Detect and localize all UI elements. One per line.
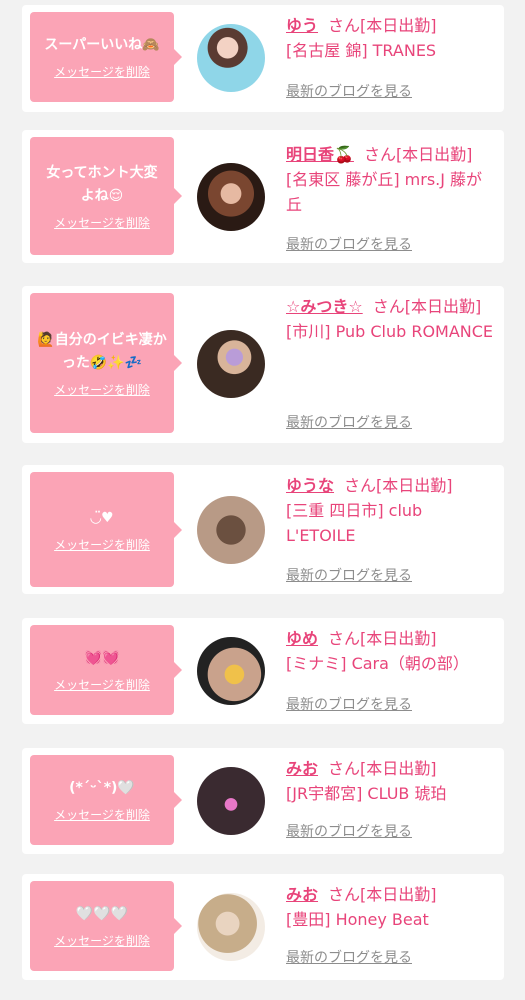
status-text: さん[本日出勤]	[328, 759, 437, 778]
profile-info: ゆめ さん[本日出勤] [ミナミ] Cara（朝の部）	[286, 626, 496, 676]
avatar[interactable]	[197, 893, 265, 961]
cast-name-link[interactable]: ☆みつき☆	[286, 297, 363, 316]
profile-info: 明日香🍒 さん[本日出勤] [名東区 藤が丘] mrs.J 藤が丘	[286, 142, 496, 217]
message-card: 💓💓 メッセージを削除 ゆめ さん[本日出勤] [ミナミ] Cara（朝の部） 最…	[22, 618, 504, 724]
shop-text: [三重 四日市] club L'ETOILE	[286, 501, 423, 545]
message-card: 🙋自分のイビキ凄かった🤣✨💤 メッセージを削除 ☆みつき☆ さん[本日出勤] [市…	[22, 286, 504, 443]
avatar[interactable]	[197, 496, 265, 564]
message-text: 🤍🤍🤍	[75, 906, 129, 922]
status-text: さん[本日出勤]	[328, 629, 437, 648]
latest-blog-link[interactable]: 最新のブログを見る	[286, 412, 412, 432]
message-bubble: 女ってホント大変よね😌 メッセージを削除	[30, 137, 182, 255]
delete-message-link[interactable]: メッセージを削除	[54, 381, 150, 398]
message-card: (*ˊᵕˋ*)🤍 メッセージを削除 みお さん[本日出勤] [JR宇都宮] CLU…	[22, 748, 504, 854]
status-text: さん[本日出勤]	[328, 885, 437, 904]
status-text: さん[本日出勤]	[372, 297, 482, 316]
message-text: 女ってホント大変よね😌	[46, 164, 158, 204]
message-card: 🤍🤍🤍 メッセージを削除 みお さん[本日出勤] [豊田] Honey Beat …	[22, 874, 504, 980]
profile-info: ☆みつき☆ さん[本日出勤] [市川] Pub Club ROMANCE	[286, 294, 496, 344]
latest-blog-link[interactable]: 最新のブログを見る	[286, 947, 412, 967]
shop-text: [市川] Pub Club ROMANCE	[286, 322, 494, 341]
latest-blog-link[interactable]: 最新のブログを見る	[286, 821, 412, 841]
delete-message-link[interactable]: メッセージを削除	[54, 63, 150, 80]
cast-name-link[interactable]: ゆうな	[286, 476, 334, 495]
message-text: 🙋自分のイビキ凄かった🤣✨💤	[37, 331, 167, 371]
latest-blog-link[interactable]: 最新のブログを見る	[286, 234, 412, 254]
message-text: (*ˊᵕˋ*)🤍	[69, 780, 135, 796]
delete-message-link[interactable]: メッセージを削除	[54, 536, 150, 553]
message-card: ◡̈♥ メッセージを削除 ゆうな さん[本日出勤] [三重 四日市] club L…	[22, 465, 504, 594]
cast-name-link[interactable]: 明日香🍒	[286, 145, 354, 164]
message-text: 💓💓	[84, 650, 120, 666]
avatar[interactable]	[197, 24, 265, 92]
latest-blog-link[interactable]: 最新のブログを見る	[286, 565, 412, 585]
cast-name-link[interactable]: ゆう	[286, 16, 318, 35]
latest-blog-link[interactable]: 最新のブログを見る	[286, 81, 412, 101]
status-text: さん[本日出勤]	[363, 145, 473, 164]
latest-blog-link[interactable]: 最新のブログを見る	[286, 694, 412, 714]
shop-text: [名古屋 錦] TRANES	[286, 41, 437, 60]
message-card: スーパーいいね🙈 メッセージを削除 ゆう さん[本日出勤] [名古屋 錦] TRA…	[22, 5, 504, 112]
avatar[interactable]	[197, 330, 265, 398]
profile-info: みお さん[本日出勤] [豊田] Honey Beat	[286, 882, 496, 932]
profile-info: ゆうな さん[本日出勤] [三重 四日市] club L'ETOILE	[286, 473, 496, 548]
status-text: さん[本日出勤]	[344, 476, 453, 495]
shop-text: [JR宇都宮] CLUB 琥珀	[286, 784, 447, 803]
cast-name-link[interactable]: みお	[286, 885, 318, 904]
shop-text: [ミナミ] Cara（朝の部）	[286, 654, 469, 673]
cast-name-link[interactable]: みお	[286, 759, 318, 778]
delete-message-link[interactable]: メッセージを削除	[54, 214, 150, 231]
shop-text: [豊田] Honey Beat	[286, 910, 429, 929]
message-bubble: 🙋自分のイビキ凄かった🤣✨💤 メッセージを削除	[30, 293, 182, 433]
avatar[interactable]	[197, 767, 265, 835]
message-bubble: 🤍🤍🤍 メッセージを削除	[30, 881, 182, 971]
profile-info: ゆう さん[本日出勤] [名古屋 錦] TRANES	[286, 13, 496, 63]
message-text: ◡̈♥	[90, 509, 114, 526]
delete-message-link[interactable]: メッセージを削除	[54, 932, 150, 949]
message-bubble: ◡̈♥ メッセージを削除	[30, 472, 182, 587]
delete-message-link[interactable]: メッセージを削除	[54, 806, 150, 823]
delete-message-link[interactable]: メッセージを削除	[54, 676, 150, 693]
message-text: スーパーいいね🙈	[44, 37, 160, 53]
message-bubble: 💓💓 メッセージを削除	[30, 625, 182, 715]
message-card: 女ってホント大変よね😌 メッセージを削除 明日香🍒 さん[本日出勤] [名東区 藤…	[22, 130, 504, 263]
shop-text: [名東区 藤が丘] mrs.J 藤が丘	[286, 170, 483, 214]
message-bubble: (*ˊᵕˋ*)🤍 メッセージを削除	[30, 755, 182, 845]
cast-name-link[interactable]: ゆめ	[286, 629, 318, 648]
avatar[interactable]	[197, 163, 265, 231]
profile-info: みお さん[本日出勤] [JR宇都宮] CLUB 琥珀	[286, 756, 496, 806]
avatar[interactable]	[197, 637, 265, 705]
status-text: さん[本日出勤]	[328, 16, 437, 35]
message-bubble: スーパーいいね🙈 メッセージを削除	[30, 12, 182, 102]
